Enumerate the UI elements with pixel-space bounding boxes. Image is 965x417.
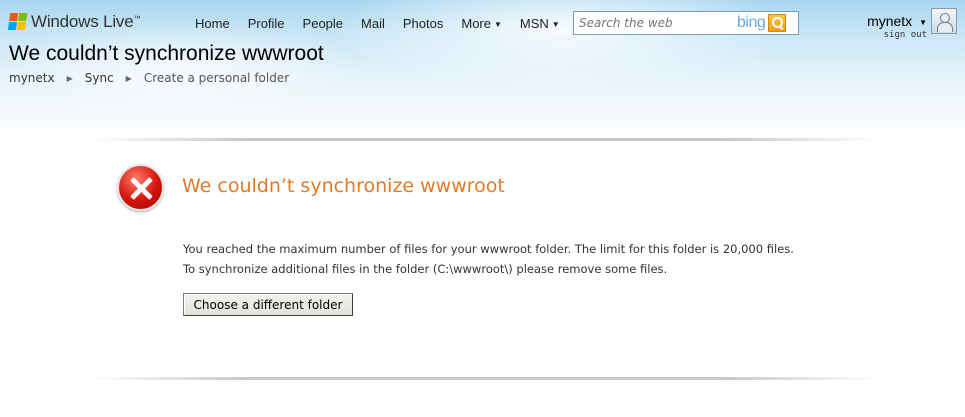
breadcrumb-item-mynetx[interactable]: mynetx — [9, 71, 55, 85]
windows-flag-icon — [7, 13, 29, 31]
error-icon — [117, 164, 164, 211]
nav-mail[interactable]: Mail — [361, 16, 385, 31]
nav-home[interactable]: Home — [195, 16, 230, 31]
search-box: bing — [573, 11, 799, 35]
content-divider-bottom — [90, 377, 880, 380]
content-divider-top — [90, 138, 880, 141]
nav-msn[interactable]: MSN ▼ — [520, 16, 560, 31]
brand-name: Windows Live™ — [31, 12, 141, 31]
breadcrumb: mynetx ▶ Sync ▶ Create a personal folder — [9, 71, 289, 85]
user-menu: mynetx ▼ sign out — [867, 13, 927, 40]
error-message-line-2: To synchronize additional files in the f… — [183, 262, 668, 276]
breadcrumb-arrow-icon: ▶ — [125, 73, 132, 83]
search-button[interactable] — [768, 14, 787, 32]
breadcrumb-item-current: Create a personal folder — [143, 71, 290, 85]
nav-people[interactable]: People — [303, 16, 343, 31]
breadcrumb-arrow-icon: ▶ — [66, 73, 73, 83]
nav-profile[interactable]: Profile — [248, 16, 285, 31]
nav-photos[interactable]: Photos — [403, 16, 443, 31]
caret-down-icon: ▼ — [919, 18, 927, 27]
error-message: You reached the maximum number of files … — [183, 239, 794, 279]
top-nav: Home Profile People Mail Photos More ▼ MS… — [195, 16, 578, 31]
bing-logo: bing — [737, 14, 766, 31]
breadcrumb-item-sync[interactable]: Sync — [85, 71, 114, 85]
nav-more[interactable]: More ▼ — [461, 16, 502, 31]
windows-live-logo[interactable]: Windows Live™ — [7, 12, 141, 32]
caret-down-icon: ▼ — [551, 20, 560, 29]
caret-down-icon: ▼ — [493, 20, 502, 29]
user-name[interactable]: mynetx ▼ — [867, 13, 927, 29]
page-title: We couldn’t synchronize wwwroot — [9, 42, 324, 65]
choose-different-folder-button[interactable]: Choose a different folder — [183, 293, 353, 316]
user-avatar-icon[interactable] — [931, 8, 957, 34]
search-input[interactable] — [579, 16, 729, 30]
sign-out-link[interactable]: sign out — [867, 30, 927, 40]
error-title: We couldn’t synchronize wwwroot — [182, 175, 505, 197]
error-message-line-1: You reached the maximum number of files … — [183, 242, 794, 256]
